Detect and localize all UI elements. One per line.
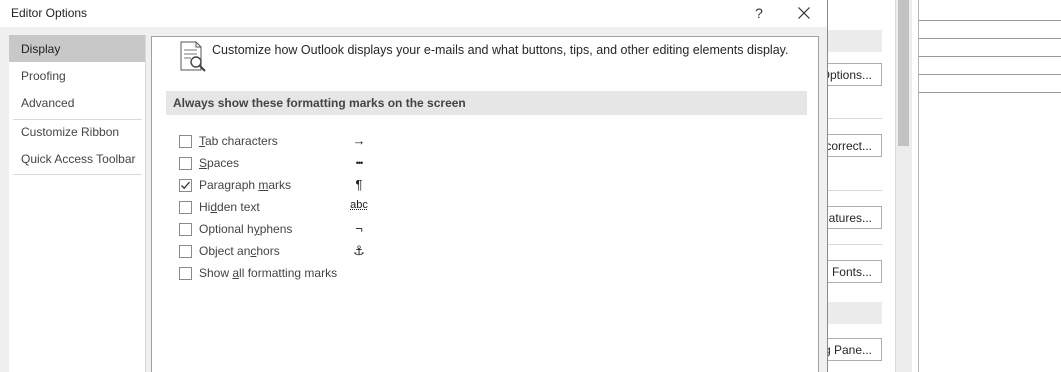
help-button[interactable]: ? [748, 3, 770, 23]
list-line [919, 56, 1061, 57]
not-sign-icon: ¬ [355, 221, 363, 236]
close-icon [798, 7, 810, 19]
list-line [919, 20, 1061, 21]
hidden-text-icon: abc [350, 199, 368, 211]
tab-characters-checkbox[interactable] [179, 135, 192, 148]
option-object-anchors[interactable]: Object anchors ⚓ [179, 243, 479, 261]
optional-hyphens-checkbox[interactable] [179, 223, 192, 236]
paragraph-marks-label[interactable]: Paragraph marks [199, 178, 291, 192]
options-sidebar: Display Proofing Advanced Customize Ribb… [9, 35, 146, 372]
formatting-marks-section-header: Always show these formatting marks on th… [166, 91, 807, 115]
sidebar-item-customize-ribbon[interactable]: Customize Ribbon [9, 118, 145, 145]
list-line [919, 74, 1061, 75]
parent-scrollbar-thumb[interactable] [898, 0, 909, 146]
spaces-checkbox[interactable] [179, 157, 192, 170]
checkmark-icon [181, 181, 190, 190]
intro-description: Customize how Outlook displays your e-ma… [212, 43, 789, 57]
arrow-right-icon: → [352, 133, 366, 148]
dialog-body: Display Proofing Advanced Customize Ribb… [0, 27, 827, 372]
parent-separator [826, 118, 882, 119]
document-magnifier-icon [180, 41, 206, 72]
parent-separator [826, 190, 882, 191]
editor-options-dialog: Editor Options ? Display Proofing Advanc… [0, 0, 828, 372]
option-hidden-text[interactable]: Hidden text abc [179, 199, 479, 217]
object-anchors-label[interactable]: Object anchors [199, 244, 280, 258]
option-tab-characters[interactable]: Tab characters → [179, 133, 479, 151]
anchor-icon: ⚓ [353, 243, 365, 258]
parent-section-band [826, 30, 882, 52]
paragraph-marks-checkbox[interactable] [179, 179, 192, 192]
option-optional-hyphens[interactable]: Optional hyphens ¬ [179, 221, 479, 239]
parent-separator [826, 244, 882, 245]
option-show-all-formatting-marks[interactable]: Show all formatting marks [179, 265, 479, 283]
display-options-pane: Customize how Outlook displays your e-ma… [151, 36, 819, 372]
hidden-text-label[interactable]: Hidden text [199, 200, 260, 214]
list-line [919, 92, 1061, 93]
spaces-label[interactable]: Spaces [199, 156, 239, 170]
dialog-title: Editor Options [11, 6, 88, 20]
object-anchors-checkbox[interactable] [179, 245, 192, 258]
tab-characters-label[interactable]: Tab characters [199, 134, 278, 148]
dots-icon: ••• [355, 158, 363, 168]
sidebar-item-advanced[interactable]: Advanced [9, 89, 145, 116]
close-button[interactable] [792, 3, 816, 23]
option-spaces[interactable]: Spaces ••• [179, 155, 479, 173]
option-paragraph-marks[interactable]: Paragraph marks ¶ [179, 177, 479, 195]
pilcrow-icon: ¶ [355, 177, 363, 192]
sidebar-separator [13, 174, 142, 175]
hidden-text-checkbox[interactable] [179, 201, 192, 214]
sidebar-item-proofing[interactable]: Proofing [9, 62, 145, 89]
optional-hyphens-label[interactable]: Optional hyphens [199, 222, 292, 236]
sidebar-item-display[interactable]: Display [9, 35, 145, 62]
list-line [919, 38, 1061, 39]
show-all-formatting-marks-checkbox[interactable] [179, 267, 192, 280]
dialog-titlebar[interactable]: Editor Options ? [0, 0, 827, 27]
parent-section-band [826, 302, 882, 324]
sidebar-item-quick-access-toolbar[interactable]: Quick Access Toolbar [9, 145, 145, 172]
show-all-formatting-marks-label[interactable]: Show all formatting marks [199, 266, 337, 280]
